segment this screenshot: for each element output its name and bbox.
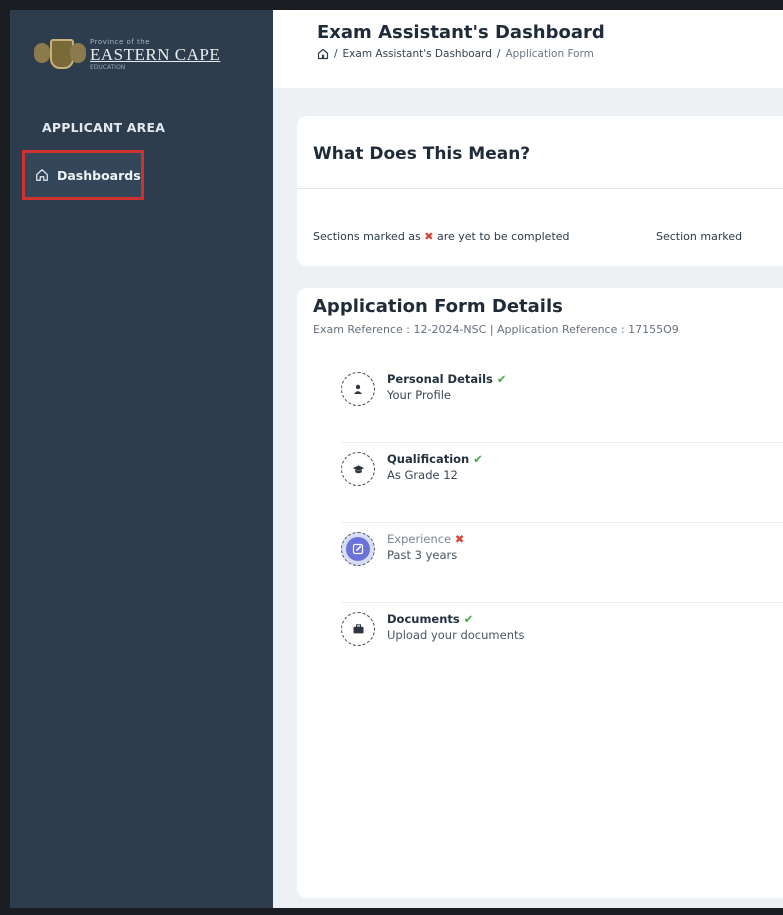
check-icon: ✔ xyxy=(473,452,483,466)
step-title: Qualification ✔ xyxy=(387,452,483,466)
user-icon xyxy=(354,384,362,394)
step-qualification[interactable]: Qualification ✔ As Grade 12 xyxy=(341,452,783,512)
cross-icon: ✖ xyxy=(424,230,434,243)
brand-text: Province of the EASTERN CAPE EDUCATION xyxy=(90,38,220,72)
step-title: Personal Details ✔ xyxy=(387,372,507,386)
sidebar-item-label: Dashboards xyxy=(57,167,141,183)
step-subtitle: Past 3 years xyxy=(387,548,458,562)
breadcrumb-dashboard-link[interactable]: Exam Assistant's Dashboard xyxy=(343,48,492,60)
legend-card xyxy=(297,116,783,266)
breadcrumb-separator: / xyxy=(496,48,501,60)
step-divider xyxy=(341,522,783,523)
step-title: Experience ✖ xyxy=(387,532,465,546)
brand-name: EASTERN CAPE xyxy=(90,45,221,64)
sidebar-section-label: APPLICANT AREA xyxy=(42,120,166,135)
step-personal-details[interactable]: Personal Details ✔ Your Profile xyxy=(341,372,783,432)
step-divider xyxy=(341,442,783,443)
legend-text-before: Sections marked as xyxy=(313,230,425,243)
step-icon-circle xyxy=(341,612,375,646)
sidebar-item-dashboards[interactable]: Dashboards xyxy=(22,150,144,200)
step-icon-circle xyxy=(341,452,375,486)
step-subtitle: As Grade 12 xyxy=(387,468,458,482)
header: Exam Assistant's Dashboard / Exam Assist… xyxy=(273,10,783,88)
legend-title: What Does This Mean? xyxy=(313,144,531,164)
page-title: Exam Assistant's Dashboard xyxy=(317,22,605,43)
step-experience[interactable]: Experience ✖ Past 3 years xyxy=(341,532,783,592)
legend-divider xyxy=(297,188,783,189)
step-icon-circle-active xyxy=(341,532,375,566)
app-window: Province of the EASTERN CAPE EDUCATION A… xyxy=(10,10,783,908)
edit-icon xyxy=(352,543,364,555)
check-icon: ✔ xyxy=(463,612,474,626)
graduation-cap-icon xyxy=(352,464,364,473)
home-icon[interactable] xyxy=(317,48,329,60)
form-reference: Exam Reference : 12-2024-NSC | Applicati… xyxy=(313,323,679,336)
coat-of-arms-icon xyxy=(32,33,86,77)
step-icon-circle xyxy=(341,372,375,406)
cross-icon: ✖ xyxy=(454,532,465,546)
check-icon: ✔ xyxy=(496,372,507,386)
home-outline-icon xyxy=(36,169,48,181)
sidebar: Province of the EASTERN CAPE EDUCATION A… xyxy=(10,10,273,908)
step-documents[interactable]: Documents ✔ Upload your documents xyxy=(341,612,783,672)
step-title: Documents ✔ xyxy=(387,612,474,626)
legend-incomplete-text: Sections marked as ✖ are yet to be compl… xyxy=(313,230,570,243)
step-subtitle: Your Profile xyxy=(387,388,451,402)
breadcrumb-separator: / xyxy=(334,48,338,60)
form-title: Application Form Details xyxy=(313,296,563,317)
breadcrumb: / Exam Assistant's Dashboard / Applicati… xyxy=(317,48,594,60)
step-divider xyxy=(341,602,783,603)
main-content: Exam Assistant's Dashboard / Exam Assist… xyxy=(273,10,783,908)
step-subtitle: Upload your documents xyxy=(387,628,525,642)
brand-subtitle: EDUCATION xyxy=(90,64,126,71)
legend-complete-text: Section marked xyxy=(656,230,743,243)
breadcrumb-current: Application Form xyxy=(505,48,594,60)
brand-logo[interactable]: Province of the EASTERN CAPE EDUCATION xyxy=(32,30,252,80)
briefcase-icon xyxy=(353,624,363,634)
legend-text-after: are yet to be completed xyxy=(433,230,570,243)
